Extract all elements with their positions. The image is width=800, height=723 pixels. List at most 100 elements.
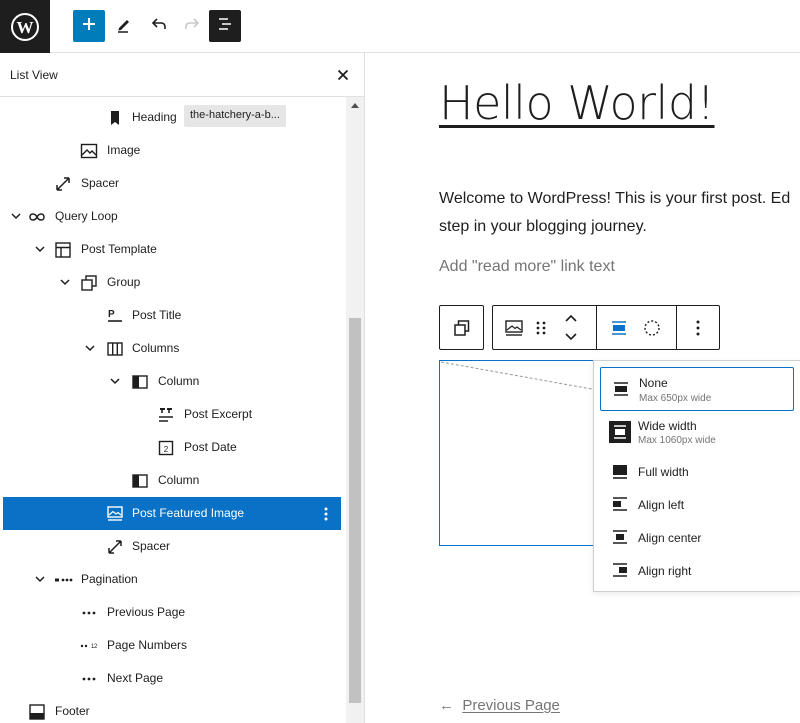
toolbar-divider <box>596 306 597 349</box>
list-view-scrollbar[interactable] <box>346 97 364 723</box>
align-option-right[interactable]: Align right <box>600 554 794 587</box>
featured-image-icon <box>105 504 125 524</box>
more-options-icon[interactable] <box>686 316 710 340</box>
next-page-icon <box>79 669 99 689</box>
list-item-post-template[interactable]: Post Template <box>3 233 341 266</box>
list-item-spacer[interactable]: Spacer <box>3 167 341 200</box>
chevron-down-icon[interactable] <box>58 274 72 290</box>
chevron-down-icon[interactable] <box>33 241 47 257</box>
post-excerpt-icon <box>156 405 176 425</box>
list-view-title: List View <box>10 68 58 82</box>
chevron-down-icon[interactable] <box>9 208 23 224</box>
list-item-post-excerpt[interactable]: Post Excerpt <box>3 398 341 431</box>
undo-button[interactable] <box>143 10 175 42</box>
toolbar-divider <box>676 306 677 349</box>
list-item-spacer[interactable]: Spacer <box>3 530 341 563</box>
svg-text:P: P <box>108 309 115 320</box>
featured-image-icon[interactable] <box>502 316 526 340</box>
list-item-label: Spacer <box>132 539 171 553</box>
drag-handle-icon[interactable] <box>529 316 553 340</box>
list-item-label: Post Template <box>81 242 157 256</box>
list-item-post-title[interactable]: P Post Title <box>3 299 341 332</box>
align-option-label: None <box>639 376 668 390</box>
svg-text:2: 2 <box>94 644 98 650</box>
post-excerpt-line: step in your blogging journey. <box>439 218 647 235</box>
list-item-column[interactable]: Column <box>3 365 341 398</box>
list-item-label: Image <box>107 143 141 157</box>
chevron-down-icon[interactable] <box>33 571 47 587</box>
list-item-page-numbers[interactable]: 12 Page Numbers <box>3 629 341 662</box>
align-option-left[interactable]: Align left <box>600 488 794 521</box>
bookmark-icon <box>105 108 125 128</box>
list-item-footer[interactable]: Footer <box>3 695 341 723</box>
pencil-icon <box>115 15 133 38</box>
list-item-label: Previous Page <box>107 605 186 619</box>
align-none-icon <box>609 377 633 401</box>
image-icon <box>79 141 99 161</box>
list-item-columns[interactable]: Columns <box>3 332 341 365</box>
list-item-pagination[interactable]: Pagination <box>3 563 341 596</box>
read-more-placeholder[interactable]: Add "read more" link text <box>439 258 615 276</box>
align-full-icon <box>608 459 632 483</box>
align-option-wide[interactable]: Wide width Max 1060px wide <box>600 413 794 453</box>
list-item-label: Column <box>158 473 200 487</box>
list-item-label: Pagination <box>81 572 138 586</box>
redo-button[interactable] <box>176 10 208 42</box>
more-options-icon[interactable] <box>319 504 333 524</box>
chevron-down-icon[interactable] <box>83 340 97 356</box>
wordpress-icon[interactable]: W <box>0 0 50 53</box>
list-item-post-featured-image[interactable]: Post Featured Image <box>3 497 341 530</box>
chevron-down-icon[interactable] <box>108 373 122 389</box>
list-item-label: Post Title <box>132 308 182 322</box>
pagination-icon <box>53 570 73 590</box>
list-item-image[interactable]: Image <box>3 134 341 167</box>
align-center-icon <box>608 525 632 549</box>
editor-top-toolbar: W <box>0 0 800 53</box>
scroll-up-arrow-icon[interactable] <box>351 103 359 108</box>
align-none-icon[interactable] <box>607 316 631 340</box>
align-option-label: Align center <box>638 531 702 545</box>
list-item-label: Footer <box>55 704 90 718</box>
column-icon <box>130 471 150 491</box>
undo-icon <box>150 15 168 38</box>
duotone-icon[interactable] <box>640 316 664 340</box>
close-icon[interactable] <box>333 65 353 85</box>
group-icon <box>79 273 99 293</box>
previous-page-link[interactable]: ← Previous Page <box>439 697 560 714</box>
list-item-heading[interactable]: Heading the-hatchery-a-b... <box>3 101 341 134</box>
move-down-icon[interactable] <box>559 328 583 352</box>
list-item-post-date[interactable]: 2 Post Date <box>3 431 341 464</box>
align-option-none[interactable]: None Max 650px wide <box>600 367 794 411</box>
previous-page-label: Previous Page <box>462 697 560 714</box>
post-title[interactable]: Hello World! <box>439 76 715 130</box>
list-item-group[interactable]: Group <box>3 266 341 299</box>
list-item-label: Column <box>158 374 200 388</box>
add-block-button[interactable] <box>73 10 105 42</box>
list-item-label: Post Excerpt <box>184 407 253 421</box>
list-item-previous-page[interactable]: Previous Page <box>3 596 341 629</box>
align-option-label: Align right <box>638 564 692 578</box>
plus-icon <box>81 16 97 37</box>
tools-button[interactable] <box>108 10 140 42</box>
spacer-icon <box>105 537 125 557</box>
page-numbers-icon: 12 <box>79 636 99 656</box>
list-item-label: Heading <box>132 110 177 124</box>
post-date-icon: 2 <box>156 438 176 458</box>
list-item-label: Post Featured Image <box>132 506 245 520</box>
align-left-icon <box>608 492 632 516</box>
list-item-label: Group <box>107 275 141 289</box>
list-item-next-page[interactable]: Next Page <box>3 662 341 695</box>
list-item-query-loop[interactable]: Query Loop <box>3 200 341 233</box>
align-option-center[interactable]: Align center <box>600 521 794 554</box>
scrollbar-thumb[interactable] <box>349 318 361 703</box>
post-excerpt[interactable]: Welcome to WordPress! This is your first… <box>439 185 800 241</box>
align-option-full[interactable]: Full width <box>600 455 794 488</box>
block-parent-selector[interactable] <box>439 305 484 350</box>
list-view-tree: Heading the-hatchery-a-b... Image Spacer <box>0 97 346 723</box>
list-view-button[interactable] <box>209 10 241 42</box>
list-view-icon <box>216 15 234 38</box>
block-toolbar <box>492 305 720 350</box>
arrow-left-icon: ← <box>439 697 454 714</box>
list-item-column[interactable]: Column <box>3 464 341 497</box>
align-option-label: Full width <box>638 465 689 479</box>
